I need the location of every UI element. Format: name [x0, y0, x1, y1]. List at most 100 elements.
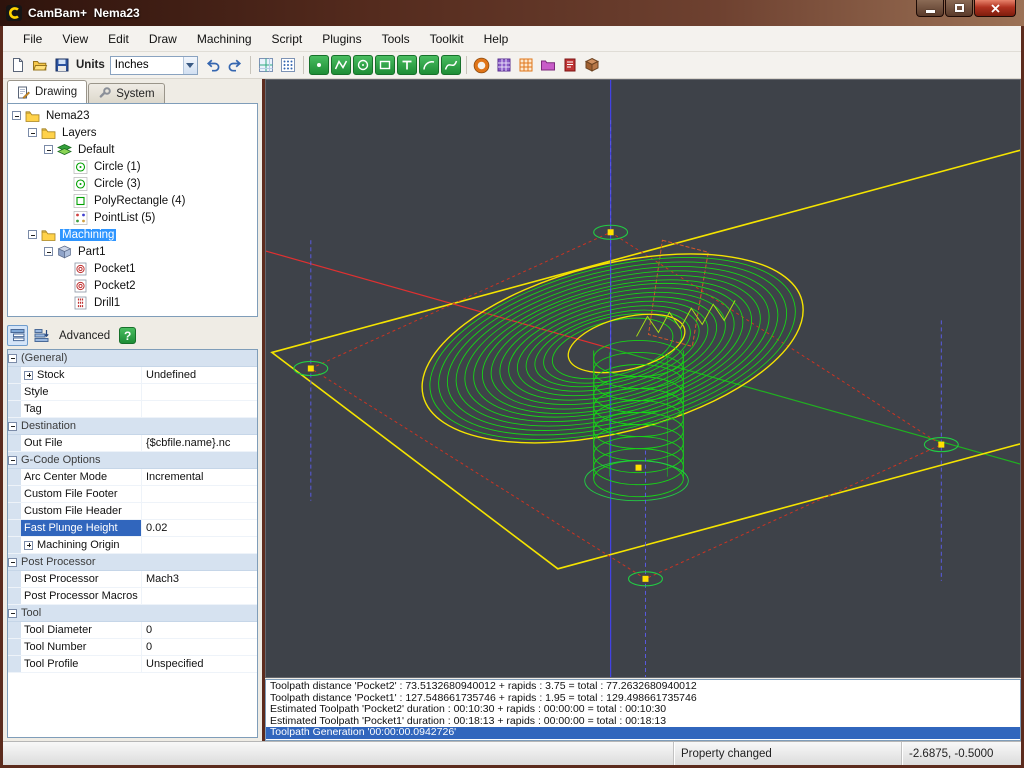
menu-view[interactable]: View — [52, 29, 98, 49]
property-value[interactable]: Undefined — [142, 367, 257, 383]
collapse-icon[interactable] — [44, 145, 53, 154]
property-category[interactable]: Tool — [8, 605, 257, 622]
menu-plugins[interactable]: Plugins — [312, 29, 371, 49]
tree-item-polyrectangle[interactable]: PolyRectangle (4) — [8, 192, 257, 209]
property-value[interactable]: Mach3 — [142, 571, 257, 587]
tree-item-nema23[interactable]: Nema23 — [8, 107, 257, 124]
menu-tools[interactable]: Tools — [372, 29, 420, 49]
tree-item-part1[interactable]: Part1 — [8, 243, 257, 260]
categorized-view-button[interactable] — [7, 325, 28, 346]
maximize-button[interactable] — [945, 0, 973, 17]
property-value[interactable] — [142, 384, 257, 400]
property-value[interactable]: Incremental — [142, 469, 257, 485]
property-row-stock[interactable]: StockUndefined — [8, 367, 257, 384]
open-file-button[interactable] — [29, 54, 51, 76]
property-row-machining-origin[interactable]: Machining Origin — [8, 537, 257, 554]
collapse-icon[interactable] — [8, 558, 17, 567]
draw-spline-button[interactable] — [441, 55, 461, 75]
alphabetical-sort-button[interactable] — [31, 325, 52, 346]
property-value[interactable]: Unspecified — [142, 656, 257, 672]
tab-drawing-label: Drawing — [35, 86, 77, 98]
tree-item-pocket2[interactable]: Pocket2 — [8, 277, 257, 294]
draw-circle-button[interactable] — [353, 55, 373, 75]
property-row-tool-number[interactable]: Tool Number0 — [8, 639, 257, 656]
region-button[interactable] — [515, 54, 537, 76]
expand-icon[interactable] — [24, 541, 33, 550]
property-value[interactable] — [142, 401, 257, 417]
property-category[interactable]: Post Processor — [8, 554, 257, 571]
property-row-post-processor-macros[interactable]: Post Processor Macros — [8, 588, 257, 605]
property-category[interactable]: (General) — [8, 350, 257, 367]
tree-item-circle-1[interactable]: Circle (1) — [8, 158, 257, 175]
draw-rectangle-button[interactable] — [375, 55, 395, 75]
property-category[interactable]: Destination — [8, 418, 257, 435]
menu-draw[interactable]: Draw — [139, 29, 187, 49]
collapse-icon[interactable] — [12, 111, 21, 120]
log-line-selected[interactable]: Toolpath Generation '00:00:00.0942726' — [266, 727, 1020, 739]
stock-button[interactable] — [581, 54, 603, 76]
library-button[interactable] — [537, 54, 559, 76]
collapse-icon[interactable] — [28, 128, 37, 137]
minimize-button[interactable] — [916, 0, 944, 17]
menu-file[interactable]: File — [13, 29, 52, 49]
mesh-button[interactable] — [493, 54, 515, 76]
property-category[interactable]: G-Code Options — [8, 452, 257, 469]
property-value[interactable]: {$cbfile.name}.nc — [142, 435, 257, 451]
viewport-3d[interactable] — [265, 79, 1021, 678]
redo-button[interactable] — [224, 54, 246, 76]
menu-toolkit[interactable]: Toolkit — [420, 29, 474, 49]
collapse-icon[interactable] — [8, 354, 17, 363]
property-row-fast-plunge-height[interactable]: Fast Plunge Height0.02 — [8, 520, 257, 537]
property-value[interactable]: 0 — [142, 639, 257, 655]
property-row-custom-file-footer[interactable]: Custom File Footer — [8, 486, 257, 503]
tree-item-layers[interactable]: Layers — [8, 124, 257, 141]
tab-system[interactable]: System — [88, 83, 164, 103]
menu-script[interactable]: Script — [262, 29, 313, 49]
draw-point-button[interactable] — [309, 55, 329, 75]
property-value[interactable] — [142, 486, 257, 502]
property-row-custom-file-header[interactable]: Custom File Header — [8, 503, 257, 520]
collapse-icon[interactable] — [8, 609, 17, 618]
new-file-button[interactable] — [7, 54, 29, 76]
menu-machining[interactable]: Machining — [187, 29, 262, 49]
close-button[interactable] — [974, 0, 1016, 17]
tree-item-pointlist[interactable]: PointList (5) — [8, 209, 257, 226]
tree-item-circle-3[interactable]: Circle (3) — [8, 175, 257, 192]
expand-icon[interactable] — [24, 371, 33, 380]
property-row-out-file[interactable]: Out File{$cbfile.name}.nc — [8, 435, 257, 452]
menu-help[interactable]: Help — [474, 29, 519, 49]
property-value[interactable] — [142, 503, 257, 519]
draw-polyline-button[interactable] — [331, 55, 351, 75]
property-row-arc-center-mode[interactable]: Arc Center ModeIncremental — [8, 469, 257, 486]
collapse-icon[interactable] — [44, 247, 53, 256]
property-value[interactable] — [142, 537, 257, 553]
script-button[interactable] — [559, 54, 581, 76]
property-row-style[interactable]: Style — [8, 384, 257, 401]
tree-item-machining[interactable]: Machining — [8, 226, 257, 243]
tree-item-default-layer[interactable]: Default — [8, 141, 257, 158]
draw-text-button[interactable] — [397, 55, 417, 75]
draw-arc-button[interactable] — [419, 55, 439, 75]
tree-item-drill1[interactable]: Drill1 — [8, 294, 257, 311]
collapse-icon[interactable] — [8, 422, 17, 431]
property-row-tool-diameter[interactable]: Tool Diameter0 — [8, 622, 257, 639]
collapse-icon[interactable] — [28, 230, 37, 239]
menu-edit[interactable]: Edit — [98, 29, 139, 49]
property-value[interactable]: 0.02 — [142, 520, 257, 536]
tab-drawing[interactable]: Drawing — [7, 80, 87, 103]
property-row-tool-profile[interactable]: Tool ProfileUnspecified — [8, 656, 257, 673]
collapse-icon[interactable] — [8, 456, 17, 465]
property-row-post-processor[interactable]: Post ProcessorMach3 — [8, 571, 257, 588]
undo-button[interactable] — [202, 54, 224, 76]
surface-button[interactable] — [471, 54, 493, 76]
units-select[interactable]: Inches — [110, 56, 198, 75]
advanced-button[interactable]: Advanced — [59, 330, 110, 342]
grid-axes-button[interactable] — [255, 54, 277, 76]
property-row-tag[interactable]: Tag — [8, 401, 257, 418]
property-value[interactable] — [142, 588, 257, 604]
property-value[interactable]: 0 — [142, 622, 257, 638]
help-button[interactable]: ? — [119, 327, 136, 344]
save-button[interactable] — [51, 54, 73, 76]
grid-dots-button[interactable] — [277, 54, 299, 76]
tree-item-pocket1[interactable]: Pocket1 — [8, 260, 257, 277]
